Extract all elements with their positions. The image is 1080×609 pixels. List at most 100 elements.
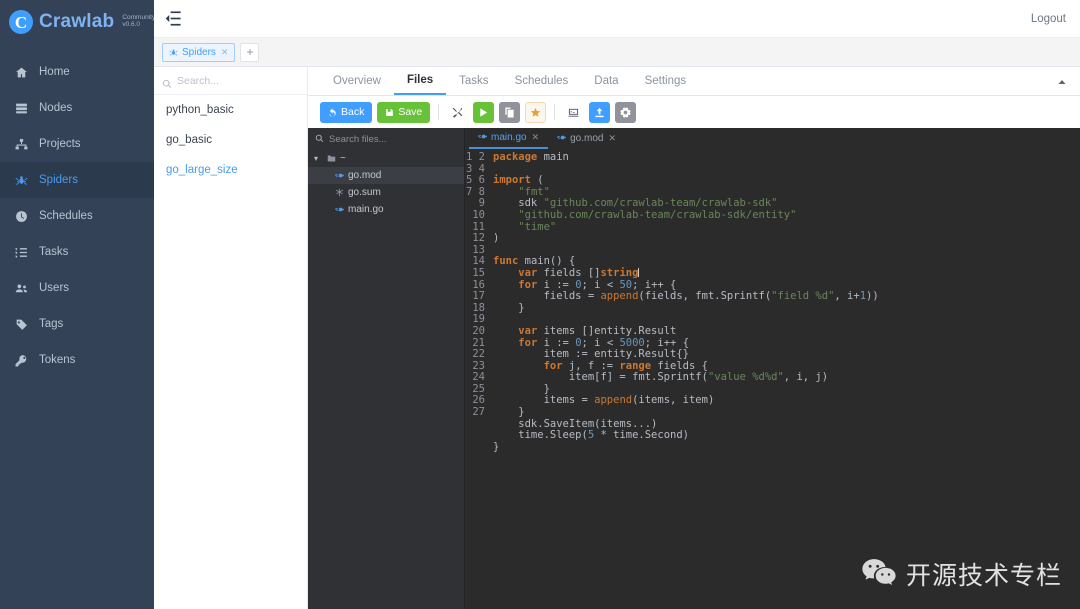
spider-icon bbox=[169, 48, 178, 57]
sidebar-item-label: Users bbox=[39, 282, 70, 294]
favorite-button[interactable] bbox=[525, 101, 547, 123]
code-surface[interactable]: 1 2 3 4 5 6 7 8 9 10 11 12 13 14 15 16 1… bbox=[465, 149, 1080, 609]
collapse-sidebar-icon[interactable] bbox=[165, 10, 182, 27]
file-tree-item-label: main.go bbox=[348, 204, 384, 215]
save-button-label: Save bbox=[398, 106, 423, 118]
sidebar-item-schedules[interactable]: Schedules bbox=[0, 198, 154, 234]
sidebar-item-label: Home bbox=[39, 66, 70, 78]
editor-tab-go-mod[interactable]: go.mod ✕ bbox=[548, 128, 625, 149]
spider-detail-panel: Overview Files Tasks Schedules Data Sett… bbox=[308, 67, 1080, 609]
copy-files-button[interactable] bbox=[499, 101, 521, 123]
sidebar-nav: Home Nodes Projects Spiders Schedules Ta… bbox=[0, 54, 154, 378]
brand-version: v0.6.0 bbox=[122, 21, 141, 28]
terminal-button[interactable] bbox=[563, 102, 584, 123]
sidebar-item-tasks[interactable]: Tasks bbox=[0, 234, 154, 270]
copy-files-icon bbox=[505, 106, 514, 118]
view-tab-bar: Spiders ✕ + bbox=[154, 38, 1080, 67]
folder-icon bbox=[326, 154, 336, 164]
close-icon[interactable]: ✕ bbox=[532, 132, 540, 143]
file-tree-root-label: ~ bbox=[340, 153, 346, 164]
home-icon bbox=[14, 65, 28, 79]
file-tree-item-label: go.sum bbox=[348, 187, 381, 198]
sidebar-item-label: Spiders bbox=[39, 174, 78, 186]
back-button[interactable]: Back bbox=[320, 101, 373, 123]
tab-overview[interactable]: Overview bbox=[320, 67, 394, 95]
settings-gear-icon bbox=[620, 106, 631, 118]
app-root: C Crawlab Community v0.6.0 Home Nodes Pr… bbox=[0, 0, 1080, 609]
editor-tab-label: go.mod bbox=[570, 133, 604, 144]
main-region: Logout Spiders ✕ + python_basic go_basic… bbox=[154, 0, 1080, 609]
list-item[interactable]: python_basic bbox=[154, 95, 307, 125]
sidebar-item-projects[interactable]: Projects bbox=[0, 126, 154, 162]
crawlab-logo-icon: C bbox=[9, 10, 33, 34]
editor-tab-label: main.go bbox=[491, 132, 527, 143]
sitemap-icon bbox=[14, 137, 28, 151]
sidebar-item-tags[interactable]: Tags bbox=[0, 306, 154, 342]
sidebar-item-tokens[interactable]: Tokens bbox=[0, 342, 154, 378]
server-icon bbox=[14, 101, 28, 115]
file-tree-item-go-mod[interactable]: go.mod bbox=[308, 167, 464, 184]
spider-list-panel: python_basic go_basic go_large_size bbox=[154, 67, 328, 609]
save-button[interactable]: Save bbox=[377, 101, 431, 123]
spider-icon bbox=[14, 173, 28, 187]
file-tree-search-bar bbox=[308, 128, 490, 150]
chevron-up-icon[interactable] bbox=[1056, 75, 1068, 87]
go-file-icon bbox=[334, 205, 344, 215]
body-row: python_basic go_basic go_large_size Over… bbox=[154, 67, 1080, 609]
chevron-down-icon: ▾ bbox=[314, 154, 319, 163]
file-tree-item-main-go[interactable]: main.go bbox=[308, 201, 464, 218]
sidebar-item-label: Schedules bbox=[39, 210, 93, 222]
view-tab-label: Spiders bbox=[182, 46, 216, 58]
brand-logo[interactable]: C Crawlab Community v0.6.0 bbox=[0, 0, 155, 44]
tab-data[interactable]: Data bbox=[581, 67, 631, 95]
top-bar: Logout bbox=[154, 0, 1080, 38]
editor-tab-main-go[interactable]: main.go ✕ bbox=[469, 128, 549, 149]
file-tree-search-input[interactable] bbox=[329, 133, 461, 145]
spider-search-input[interactable] bbox=[177, 74, 312, 87]
view-tab-spiders[interactable]: Spiders ✕ bbox=[162, 42, 236, 62]
tools-button[interactable] bbox=[447, 102, 468, 123]
toolbar-divider bbox=[438, 104, 440, 120]
sidebar-item-nodes[interactable]: Nodes bbox=[0, 90, 154, 126]
code-content[interactable]: package main import ( "fmt" sdk "github.… bbox=[489, 151, 1080, 609]
clock-icon bbox=[14, 209, 28, 223]
sidebar-item-users[interactable]: Users bbox=[0, 270, 154, 306]
save-disk-icon bbox=[386, 108, 394, 116]
sidebar-item-label: Nodes bbox=[39, 102, 73, 114]
logo-letter: C bbox=[14, 12, 28, 32]
brand-version-block: Community v0.6.0 bbox=[122, 14, 155, 29]
search-icon bbox=[315, 130, 324, 148]
go-file-icon bbox=[334, 171, 344, 181]
logout-button[interactable]: Logout bbox=[1031, 13, 1066, 25]
file-settings-button[interactable] bbox=[615, 101, 637, 123]
editor-region: ▾ ~ go.mod go.sum bbox=[308, 128, 1080, 609]
brand-name: Crawlab bbox=[39, 11, 115, 32]
task-list-icon bbox=[14, 245, 28, 259]
undo-icon bbox=[329, 107, 336, 117]
sidebar-item-spiders[interactable]: Spiders bbox=[0, 162, 154, 198]
tab-schedules[interactable]: Schedules bbox=[502, 67, 582, 95]
file-tree-panel: ▾ ~ go.mod go.sum bbox=[308, 128, 490, 609]
line-number-gutter: 1 2 3 4 5 6 7 8 9 10 11 12 13 14 15 16 1… bbox=[466, 151, 485, 419]
tools-icon bbox=[452, 107, 463, 118]
sidebar-item-home[interactable]: Home bbox=[0, 54, 154, 90]
search-icon bbox=[162, 76, 172, 88]
tab-files[interactable]: Files bbox=[393, 67, 447, 95]
upload-button[interactable] bbox=[589, 101, 611, 123]
list-item[interactable]: go_basic bbox=[154, 125, 307, 155]
star-icon bbox=[531, 107, 541, 117]
file-tree-root[interactable]: ▾ ~ bbox=[308, 150, 464, 167]
tab-tasks[interactable]: Tasks bbox=[446, 67, 501, 95]
file-tree-item-go-sum[interactable]: go.sum bbox=[308, 184, 464, 201]
code-editor: main.go ✕ go.mod ✕ 1 2 3 4 5 6 7 8 9 10 … bbox=[465, 128, 1080, 609]
add-tab-button[interactable]: + bbox=[240, 42, 260, 62]
file-tree-item-label: go.mod bbox=[348, 170, 382, 181]
list-item[interactable]: go_large_size bbox=[154, 155, 307, 185]
tab-settings[interactable]: Settings bbox=[632, 67, 700, 95]
run-button[interactable] bbox=[473, 101, 495, 123]
close-icon[interactable]: ✕ bbox=[608, 133, 616, 144]
sidebar-item-label: Tasks bbox=[39, 246, 69, 258]
go-file-icon bbox=[478, 132, 487, 144]
users-icon bbox=[14, 281, 28, 295]
close-icon[interactable]: ✕ bbox=[221, 47, 229, 58]
